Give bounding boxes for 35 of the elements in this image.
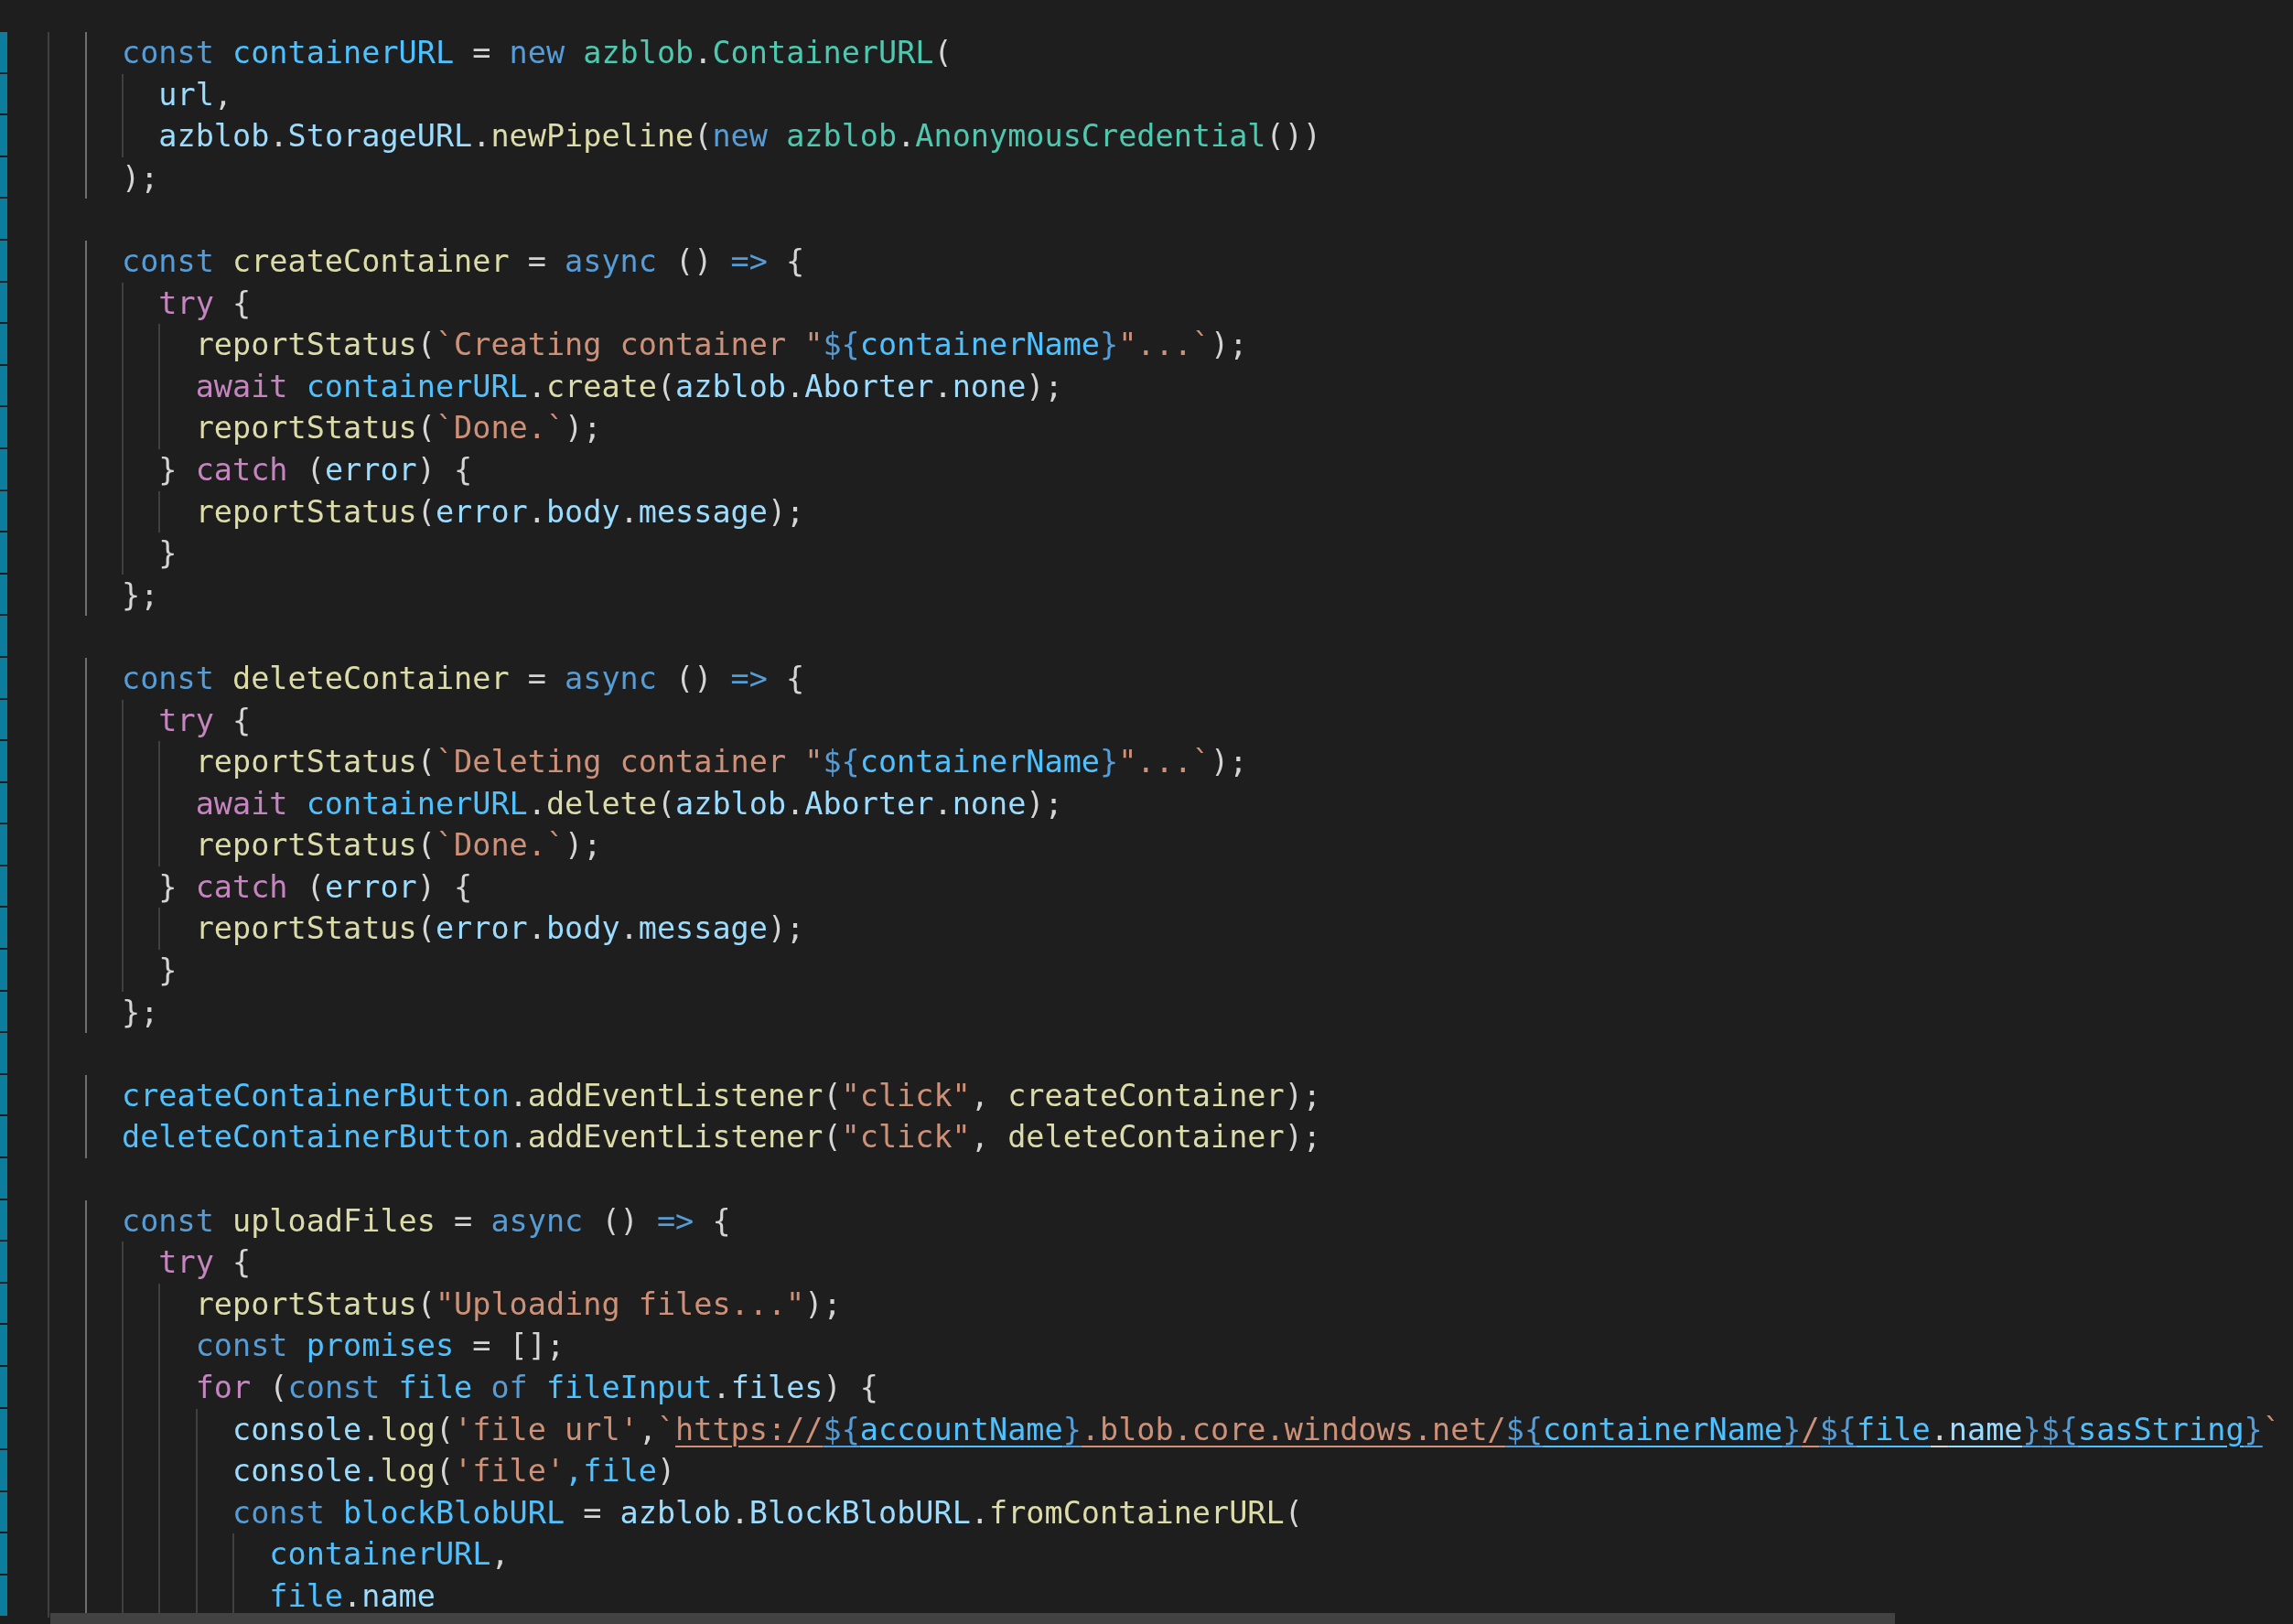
- code-line: await containerURL.delete(azblob.Aborter.none);: [194, 784, 1063, 823]
- code-line: for (const file of fileInput.files) {: [194, 1369, 878, 1407]
- code-line: reportStatus(`Done.`);: [194, 409, 602, 448]
- code-line: const blockBlobURL = azblob.BlockBlobURL.fromContainerURL(: [231, 1493, 1303, 1533]
- code-line: file.name: [268, 1576, 436, 1616]
- code-line: const containerURL = new azblob.ContainerURL(: [121, 34, 953, 72]
- code-line: try {: [157, 284, 252, 323]
- code-line: }: [157, 952, 178, 991]
- code-line: console.log('file',file): [231, 1452, 676, 1491]
- code-line: deleteContainerButton.addEventListener("click", deleteContainer);: [121, 1118, 1321, 1157]
- code-line: reportStatus(`Deleting container "${containerName}"...`);: [194, 743, 1248, 782]
- code-line: };: [121, 993, 159, 1032]
- code-line: reportStatus(`Creating container "${containerName}"...`);: [194, 326, 1248, 365]
- code-line: try {: [157, 1243, 252, 1283]
- code-line: createContainerButton.addEventListener("click", createContainer);: [121, 1076, 1321, 1115]
- code-line: };: [121, 575, 159, 615]
- code-line: url,: [157, 75, 233, 114]
- code-line: await containerURL.create(azblob.Aborter.none);: [194, 367, 1063, 406]
- code-line: try {: [157, 701, 252, 740]
- code-line: azblob.StorageURL.newPipeline(new azblob.AnonymousCredential()): [157, 117, 1322, 156]
- code-line: const createContainer = async () => {: [121, 242, 805, 281]
- horizontal-scrollbar[interactable]: [50, 1613, 1895, 1624]
- code-line: const deleteContainer = async () => {: [121, 659, 805, 698]
- code-line: reportStatus(error.body.message);: [194, 909, 805, 949]
- code-line: containerURL,: [268, 1535, 510, 1575]
- code-line: } catch (error) {: [157, 867, 473, 907]
- code-line: }: [157, 534, 178, 574]
- code-line: reportStatus("Uploading files...");: [194, 1285, 842, 1324]
- code-line: reportStatus(error.body.message);: [194, 492, 805, 532]
- code-line: const promises = [];: [194, 1327, 565, 1366]
- code-line: console.log('file url',`https://${accountName}.blob.core.windows.net/${containerName}/${file.name}${sasString}`: [231, 1410, 2281, 1449]
- code-line: const uploadFiles = async () => {: [121, 1201, 731, 1241]
- code-line: } catch (error) {: [157, 450, 473, 489]
- code-line: );: [121, 158, 159, 198]
- code-line: reportStatus(`Done.`);: [194, 826, 602, 866]
